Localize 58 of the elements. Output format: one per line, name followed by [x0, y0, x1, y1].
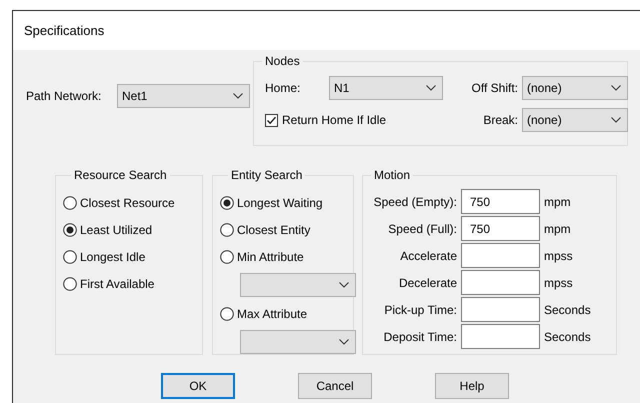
input-field[interactable]	[461, 297, 540, 322]
field-label: Speed (Full):	[387, 220, 458, 238]
chevron-down-icon	[426, 85, 436, 92]
radio-button[interactable]	[63, 222, 77, 237]
chevron-down-icon	[339, 282, 349, 288]
radio-label: Max Attribute	[237, 306, 308, 323]
dropdown[interactable]: N1	[329, 76, 443, 100]
input-field[interactable]: 750	[461, 216, 540, 242]
field-label: Decelerate	[398, 274, 458, 292]
radio-button[interactable]	[220, 306, 234, 321]
dialog-button[interactable]: Cancel	[298, 373, 372, 400]
unit-label: mpm	[543, 220, 571, 238]
field-label: Home:	[265, 80, 302, 98]
unit-label: Seconds	[543, 328, 591, 346]
group-title: Entity Search	[230, 169, 304, 182]
group-title: Resource Search	[73, 169, 168, 182]
radio-label: Min Attribute	[237, 248, 304, 266]
dropdown[interactable]: (none)	[522, 76, 628, 100]
unit-label: mpss	[543, 248, 573, 265]
radio-button[interactable]	[220, 250, 234, 264]
dialog-button[interactable]: Help	[435, 373, 509, 400]
field-label: Accelerate	[399, 248, 458, 265]
radio-button[interactable]	[63, 276, 77, 291]
group-title: Motion	[373, 169, 412, 182]
input-field[interactable]	[461, 270, 540, 296]
field-label: Break:	[482, 112, 519, 130]
dropdown[interactable]: (none)	[522, 108, 628, 132]
radio-label: Closest Entity	[237, 222, 310, 239]
checkbox-label: Return Home If Idle	[282, 112, 386, 130]
input-field[interactable]: 750	[461, 189, 540, 214]
radio-label: Closest Resource	[80, 194, 175, 212]
unit-label: mpm	[543, 194, 571, 211]
chevron-down-icon	[611, 117, 621, 124]
radio-label: First Available	[80, 276, 154, 293]
chevron-down-icon	[611, 85, 621, 92]
field-label: Off Shift:	[470, 80, 519, 98]
input-field[interactable]	[461, 243, 540, 268]
field-label: Path Network:	[26, 88, 102, 105]
chevron-down-icon	[233, 93, 243, 99]
chevron-down-icon	[339, 339, 349, 346]
radio-button[interactable]	[63, 250, 77, 264]
radio-label: Longest Idle	[80, 248, 146, 266]
input-field[interactable]	[461, 324, 540, 350]
field-label: Deposit Time:	[382, 328, 458, 346]
window-title: Specifications	[24, 22, 104, 40]
unit-label: Seconds	[543, 302, 591, 319]
unit-label: mpss	[543, 274, 573, 292]
dialog-button[interactable]: OK	[161, 373, 235, 400]
radio-button[interactable]	[220, 222, 234, 237]
checkbox[interactable]	[265, 114, 278, 127]
radio-button[interactable]	[63, 196, 77, 210]
field-label: Speed (Empty):	[372, 194, 458, 211]
field-label: Pick-up Time:	[383, 302, 458, 319]
group-title: Nodes	[264, 55, 301, 68]
radio-button[interactable]	[220, 196, 234, 210]
radio-label: Least Utilized	[80, 222, 152, 239]
dropdown[interactable]: Net1	[117, 84, 250, 108]
radio-label: Longest Waiting	[237, 194, 323, 212]
